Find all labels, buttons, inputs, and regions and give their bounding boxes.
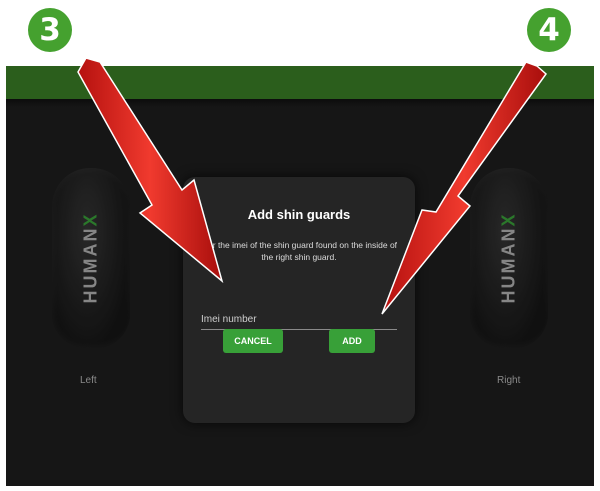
annotation-arrows xyxy=(77,57,548,315)
left-arrow xyxy=(77,57,224,284)
right-arrow xyxy=(381,61,548,315)
